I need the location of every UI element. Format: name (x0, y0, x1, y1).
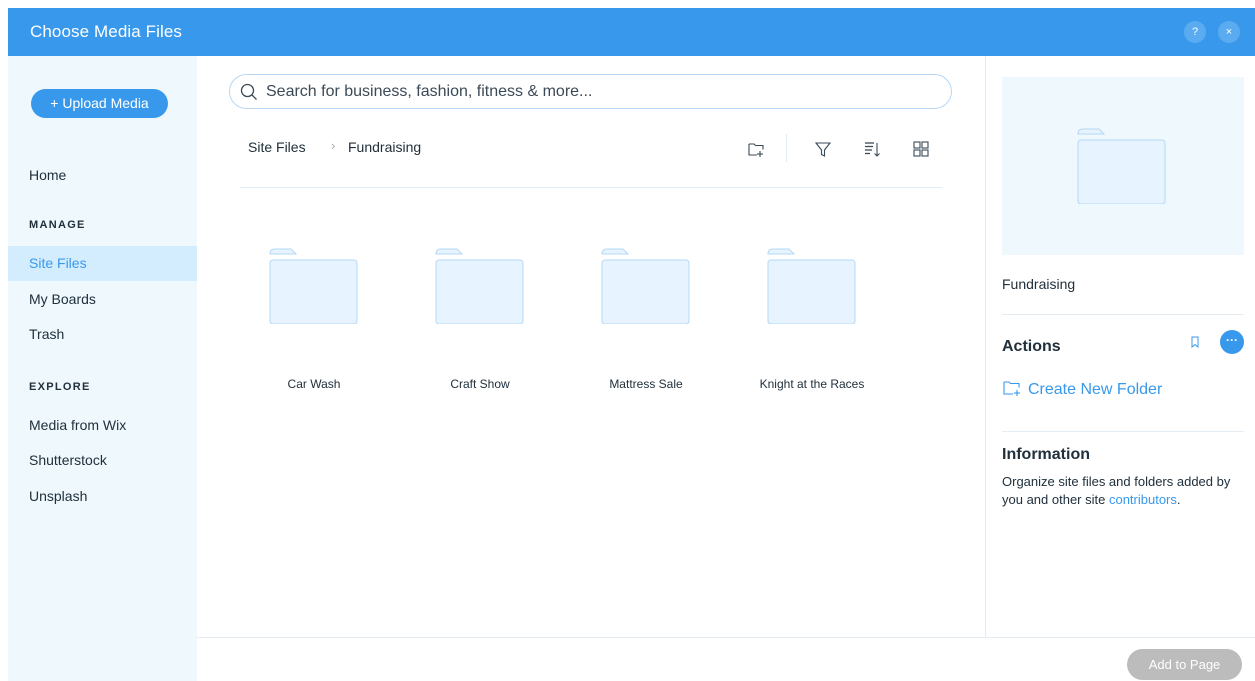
folder-icon (269, 248, 358, 324)
filter-icon[interactable] (814, 140, 832, 158)
sidebar-item-media-from-wix[interactable]: Media from Wix (8, 408, 197, 443)
contributors-link[interactable]: contributors (1109, 492, 1177, 507)
folder-item[interactable]: Craft Show (425, 248, 535, 391)
folder-name: Knight at the Races (759, 377, 865, 391)
footer-divider (197, 637, 1255, 638)
sidebar-item-shutterstock[interactable]: Shutterstock (8, 443, 197, 478)
folder-preview-icon (1077, 128, 1166, 204)
details-divider (1002, 314, 1244, 315)
grid-view-icon[interactable] (912, 140, 930, 158)
folder-name: Craft Show (450, 377, 510, 391)
folder-name: Car Wash (287, 377, 341, 391)
folder-item[interactable]: Mattress Sale (591, 248, 701, 391)
content-area: Search for business, fashion, fitness & … (197, 56, 985, 637)
dialog-title: Choose Media Files (30, 22, 183, 41)
folder-icon (767, 248, 856, 324)
content-divider (240, 187, 942, 188)
search-input[interactable]: Search for business, fashion, fitness & … (229, 74, 952, 109)
folder-preview (1002, 77, 1244, 255)
help-button[interactable]: ? (1184, 21, 1206, 43)
new-folder-icon[interactable] (747, 140, 765, 158)
actions-heading: Actions (1002, 338, 1061, 355)
breadcrumb-current: Fundraising (348, 139, 422, 155)
manage-section-header: MANAGE (29, 219, 86, 231)
sidebar-item-site-files[interactable]: Site Files (8, 246, 197, 281)
search-icon (240, 83, 257, 100)
sidebar-item-trash[interactable]: Trash (8, 317, 197, 352)
sidebar: + Upload Media Home MANAGE Site Files My… (8, 56, 197, 681)
folder-item[interactable]: Knight at the Races (757, 248, 867, 391)
sidebar-item-my-boards[interactable]: My Boards (8, 282, 197, 317)
breadcrumb-separator: › (331, 138, 336, 153)
folder-name: Mattress Sale (609, 377, 683, 391)
information-text: Organize site files and folders added by… (1002, 473, 1247, 509)
media-manager-dialog: Choose Media Files ? × + Upload Media Ho… (8, 8, 1255, 681)
search-placeholder: Search for business, fashion, fitness & … (266, 83, 593, 100)
new-folder-icon (1003, 381, 1020, 396)
create-new-folder-label: Create New Folder (1028, 381, 1163, 398)
selected-folder-name: Fundraising (1002, 276, 1076, 292)
close-button[interactable]: × (1218, 21, 1240, 43)
upload-media-button[interactable]: + Upload Media (31, 89, 168, 118)
bookmark-icon[interactable] (1189, 336, 1201, 348)
sidebar-item-unsplash[interactable]: Unsplash (8, 479, 197, 514)
toolbar-divider (786, 134, 787, 162)
folder-icon (435, 248, 524, 324)
details-divider (1002, 431, 1244, 432)
information-heading: Information (1002, 446, 1090, 463)
sort-icon[interactable] (863, 140, 881, 158)
folder-icon (601, 248, 690, 324)
details-panel: Fundraising Actions ··· Create New Folde… (985, 56, 1255, 637)
title-bar: Choose Media Files ? × (8, 8, 1255, 56)
create-new-folder-link[interactable]: Create New Folder (1002, 379, 1162, 399)
information-end: . (1176, 492, 1181, 507)
add-to-page-button[interactable]: Add to Page (1127, 649, 1242, 680)
breadcrumb-site-files[interactable]: Site Files (248, 139, 306, 155)
more-actions-button[interactable]: ··· (1220, 330, 1244, 354)
explore-section-header: EXPLORE (29, 381, 91, 393)
sidebar-item-home[interactable]: Home (8, 158, 197, 193)
folder-item[interactable]: Car Wash (259, 248, 369, 391)
